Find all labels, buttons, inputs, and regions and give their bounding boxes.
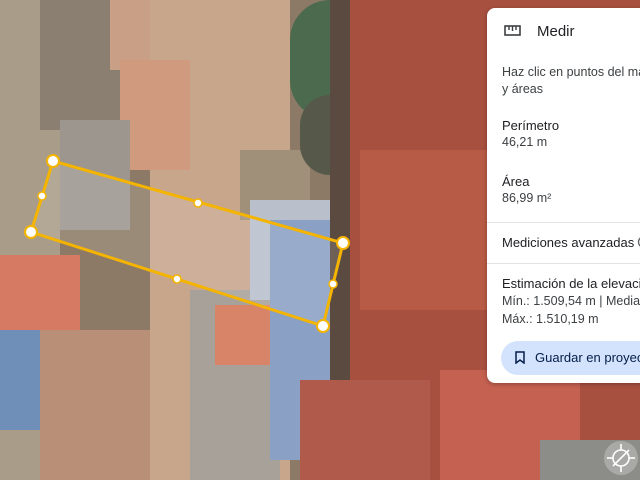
measure-panel: Medir Haz clic en puntos del mapa y área… (487, 8, 640, 383)
ruler-icon (504, 25, 521, 36)
elevation-max: Máx.: 1.510,19 m (502, 312, 599, 326)
perimeter-label: Perímetro (502, 118, 560, 133)
divider (487, 263, 640, 264)
bookmark-icon (515, 351, 525, 364)
vertex-handle[interactable] (24, 225, 38, 239)
compass-icon (607, 444, 635, 472)
midpoint-handle[interactable] (193, 198, 203, 208)
vertex-handle[interactable] (46, 154, 60, 168)
vertex-handle[interactable] (336, 236, 350, 250)
panel-header: Medir (487, 8, 640, 56)
elevation-min: Mín.: 1.509,54 m | Mediana (502, 294, 640, 308)
advanced-measurements-label: Mediciones avanzadas (502, 235, 635, 250)
midpoint-handle[interactable] (172, 274, 182, 284)
vertex-handle[interactable] (316, 319, 330, 333)
perimeter-value: 46,21 m (502, 135, 548, 149)
panel-title: Medir (537, 23, 575, 40)
compass-button[interactable] (604, 441, 638, 475)
area-value: 86,99 m² (502, 191, 552, 205)
elevation-label: Estimación de la elevación (502, 276, 640, 291)
area-label: Área (502, 174, 530, 189)
measured-area-outline[interactable] (29, 159, 345, 328)
midpoint-handle[interactable] (37, 191, 47, 201)
save-button-label: Guardar en proyecto (535, 350, 640, 365)
instructions-text: Haz clic en puntos del mapa (502, 65, 640, 79)
save-to-project-button[interactable]: Guardar en proyecto (501, 341, 640, 375)
midpoint-handle[interactable] (328, 279, 338, 289)
instructions-text-2: y áreas (502, 82, 543, 96)
divider (487, 222, 640, 223)
